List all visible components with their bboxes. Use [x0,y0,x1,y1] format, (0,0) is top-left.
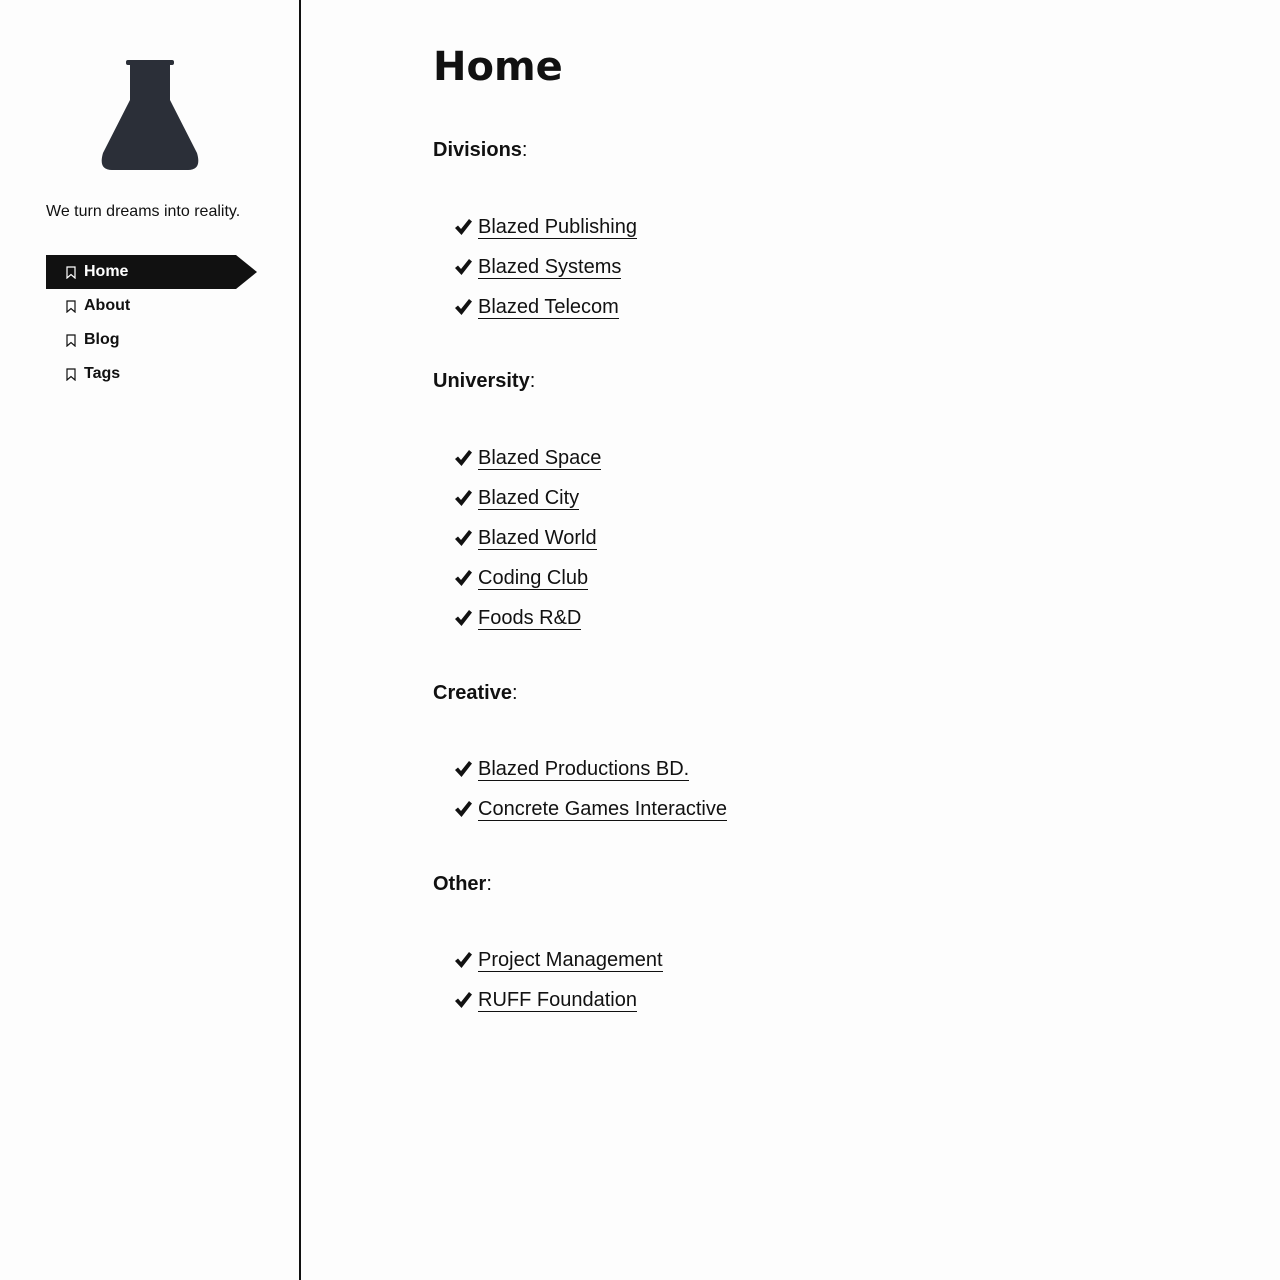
sidebar-nav: Home About Blog Tags [46,255,258,391]
link-list-other: Project Management RUFF Foundation [453,940,663,1020]
checkmark-icon [453,528,473,548]
list-item: Blazed World [453,518,601,558]
list-item: Foods R&D [453,598,601,638]
section-heading-creative: Creative: [433,682,518,704]
link-project-management[interactable]: Project Management [478,949,663,972]
list-item: Blazed Space [453,438,602,478]
list-item: Blazed Publishing [453,207,637,247]
link-blazed-space[interactable]: Blazed Space [478,447,602,470]
section-heading-divisions: Divisions: [433,139,528,161]
bookmark-icon [66,367,76,381]
list-item: Blazed City [453,478,601,518]
link-ruff-foundation[interactable]: RUFF Foundation [478,989,637,1012]
list-item: RUFF Foundation [453,980,663,1020]
link-blazed-city[interactable]: Blazed City [478,487,580,510]
bookmark-icon [66,333,76,347]
checkmark-icon [453,297,473,317]
nav-item-about[interactable]: About [46,289,258,323]
checkmark-icon [453,257,473,277]
link-blazed-systems[interactable]: Blazed Systems [478,256,622,279]
section-heading-other: Other: [433,873,492,895]
checkmark-icon [453,799,473,819]
link-blazed-world[interactable]: Blazed World [478,527,597,550]
link-concrete-games-interactive[interactable]: Concrete Games Interactive [478,798,727,821]
nav-item-blog[interactable]: Blog [46,323,258,357]
section-heading-university: University: [433,370,536,392]
checkmark-icon [453,217,473,237]
list-item: Blazed Systems [453,247,637,287]
link-blazed-productions-bd[interactable]: Blazed Productions BD. [478,758,690,781]
link-list-creative: Blazed Productions BD. Concrete Games In… [453,749,727,829]
nav-item-label: About [84,297,131,314]
checkmark-icon [453,759,473,779]
list-item: Coding Club [453,558,601,598]
checkmark-icon [453,488,473,508]
list-item: Blazed Productions BD. [453,749,727,789]
sidebar: We turn dreams into reality. Home About … [0,0,301,1280]
flask-icon[interactable] [100,58,200,172]
link-list-divisions: Blazed Publishing Blazed Systems Blazed … [453,207,637,327]
page-title: Home [433,44,563,90]
list-item: Concrete Games Interactive [453,789,727,829]
bookmark-icon [66,299,76,313]
checkmark-icon [453,950,473,970]
link-blazed-telecom[interactable]: Blazed Telecom [478,296,619,319]
link-coding-club[interactable]: Coding Club [478,567,589,590]
site-tagline: We turn dreams into reality. [46,203,241,220]
checkmark-icon [453,990,473,1010]
list-item: Blazed Telecom [453,287,637,327]
checkmark-icon [453,608,473,628]
checkmark-icon [453,448,473,468]
list-item: Project Management [453,940,663,980]
nav-item-label: Tags [84,365,121,382]
nav-item-label: Blog [84,331,120,348]
nav-item-tags[interactable]: Tags [46,357,258,391]
bookmark-icon [66,265,76,279]
nav-item-label: Home [84,263,129,280]
link-blazed-publishing[interactable]: Blazed Publishing [478,216,637,239]
link-list-university: Blazed Space Blazed City Blazed World Co… [453,438,602,638]
nav-item-home[interactable]: Home [46,255,257,289]
link-foods-rnd[interactable]: Foods R&D [478,607,582,630]
checkmark-icon [453,568,473,588]
